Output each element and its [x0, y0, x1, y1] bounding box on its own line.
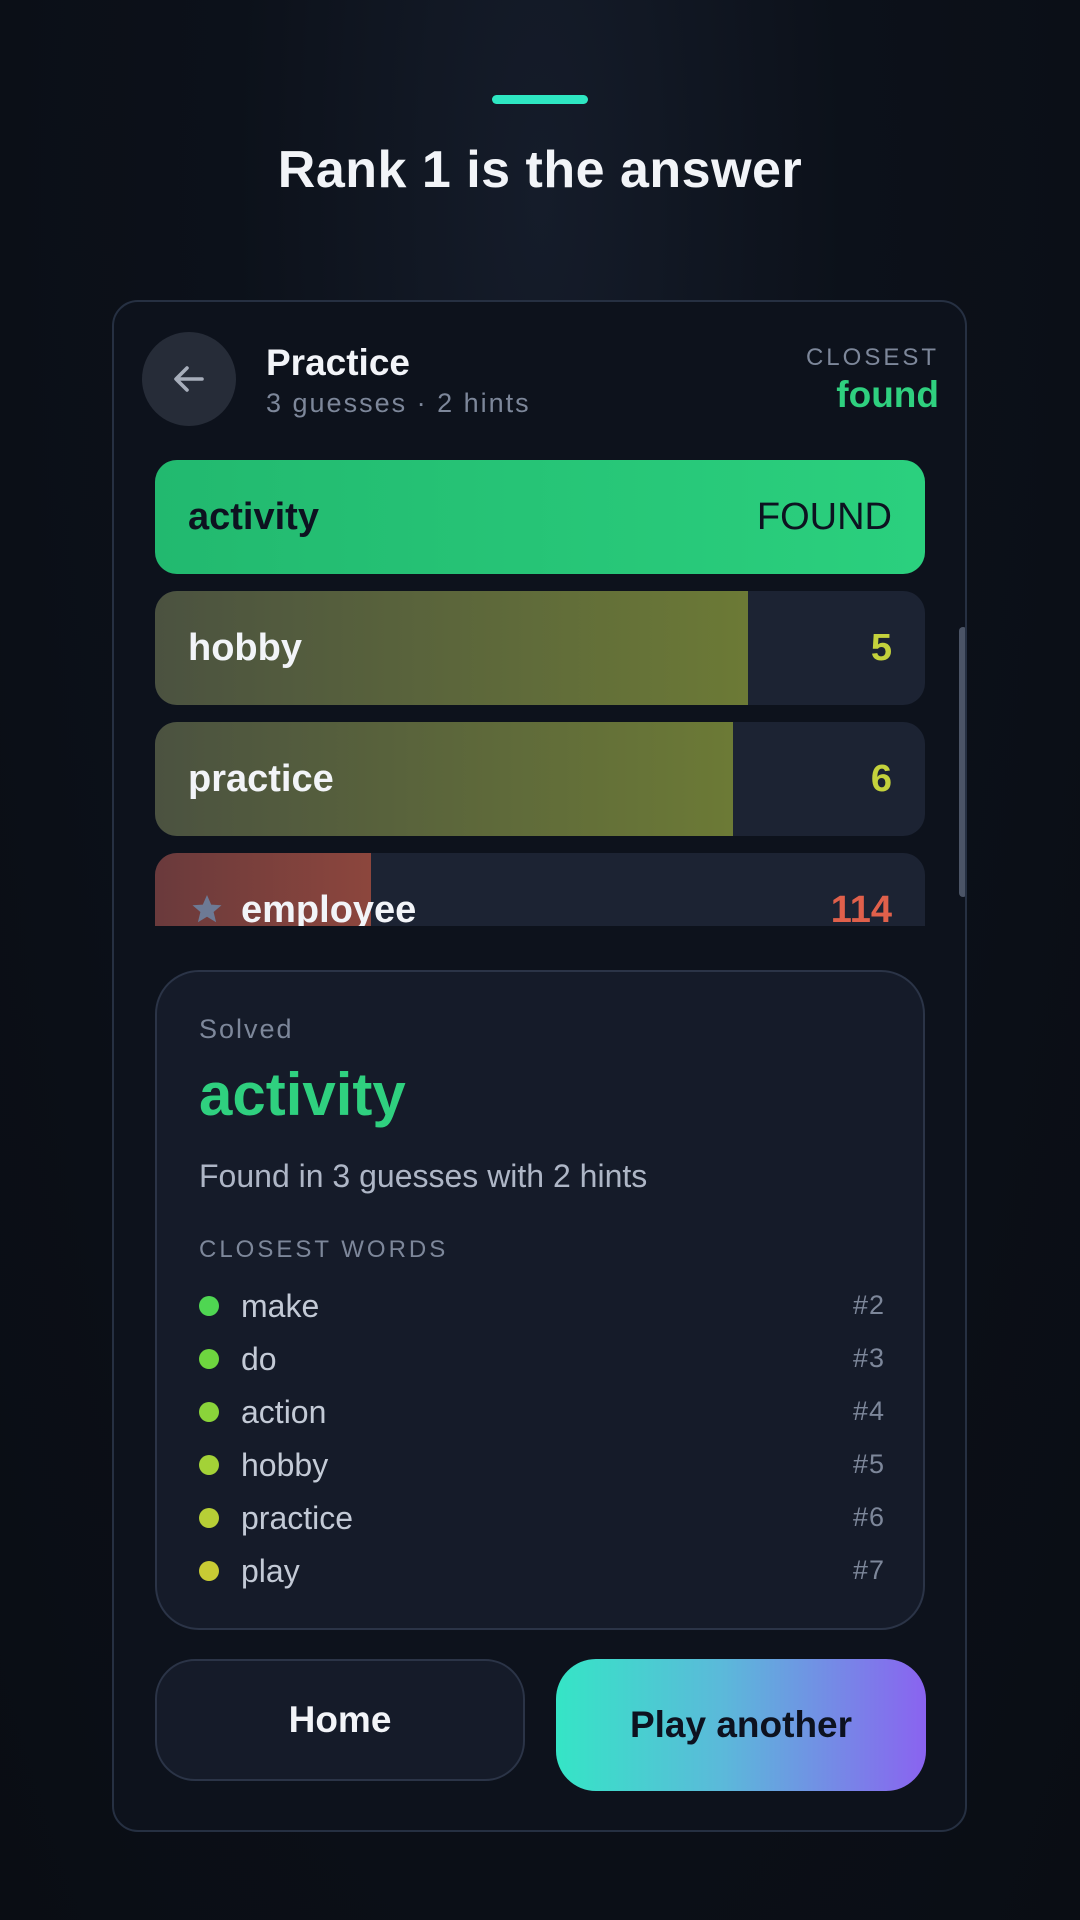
guess-row[interactable]: practice 6 [155, 722, 925, 836]
solved-label: Solved [199, 1014, 294, 1044]
page-title: Rank 1 is the answer [277, 141, 803, 199]
closest-word-item: make #2 [199, 1280, 885, 1333]
arrow-left-icon [174, 366, 204, 392]
play-another-button[interactable]: Play another [556, 1659, 926, 1791]
guess-word: hobby [188, 627, 302, 669]
home-button[interactable]: Home [155, 1659, 525, 1781]
closest-word-rank: #5 [852, 1449, 885, 1479]
closest-word: play [241, 1553, 300, 1589]
closest-word-rank: #2 [852, 1290, 885, 1320]
closest-word-rank: #7 [852, 1555, 885, 1585]
guess-rank: 6 [870, 758, 892, 800]
closest-word-item: practice #6 [199, 1492, 885, 1545]
mode-subtitle: 3 guesses · 2 hints [266, 388, 531, 418]
closest-word: do [241, 1341, 277, 1377]
closest-word-rank: #3 [852, 1343, 885, 1373]
guess-rank: 5 [870, 627, 892, 669]
rank-dot [199, 1402, 219, 1422]
guess-rank: FOUND [756, 496, 892, 538]
solved-summary: Found in 3 guesses with 2 hints [199, 1158, 648, 1194]
rank-dot [199, 1296, 219, 1316]
guess-row[interactable]: activity FOUND [155, 460, 925, 574]
closest-word-item: do #3 [199, 1333, 885, 1386]
closest-word-rank: #4 [852, 1396, 885, 1426]
card-header: Practice 3 guesses · 2 hints CLOSEST fou… [114, 302, 965, 452]
guess-word: employee [241, 889, 417, 926]
scrollbar[interactable] [959, 627, 965, 897]
top-accent-bar [492, 95, 588, 104]
closest-word-item: action #4 [199, 1386, 885, 1439]
mode-title: Practice [266, 342, 410, 383]
solved-panel: Solved activity Found in 3 guesses with … [155, 970, 925, 1630]
guess-rank: 114 [830, 889, 892, 926]
star-icon [192, 895, 222, 923]
guess-word: activity [188, 496, 319, 538]
guess-row[interactable]: hobby 5 [155, 591, 925, 705]
rank-dot [199, 1508, 219, 1528]
closest-word-item: play #7 [199, 1545, 885, 1598]
closest-word: action [241, 1394, 327, 1430]
game-card: Practice 3 guesses · 2 hints CLOSEST fou… [112, 300, 967, 1832]
back-button[interactable] [142, 332, 236, 426]
rank-dot [199, 1561, 219, 1581]
rank-dot [199, 1349, 219, 1369]
closest-words-label: CLOSEST WORDS [199, 1236, 449, 1263]
rank-dot [199, 1455, 219, 1475]
result-screen: Rank 1 is the answer Practice 3 guesses … [0, 0, 1080, 1920]
closest-label: CLOSEST [805, 344, 939, 371]
closest-word: make [241, 1288, 320, 1324]
closest-word: practice [241, 1500, 354, 1536]
solved-word: activity [199, 1061, 406, 1128]
guess-word: practice [188, 758, 334, 800]
closest-word-item: hobby #5 [199, 1439, 885, 1492]
guess-row[interactable]: employee 114 [155, 853, 925, 926]
closest-word: hobby [241, 1447, 329, 1483]
guess-list[interactable]: activity FOUND hobby 5 practice 6 employ… [155, 460, 925, 926]
closest-word-rank: #6 [852, 1502, 885, 1532]
closest-value: found [836, 374, 939, 415]
